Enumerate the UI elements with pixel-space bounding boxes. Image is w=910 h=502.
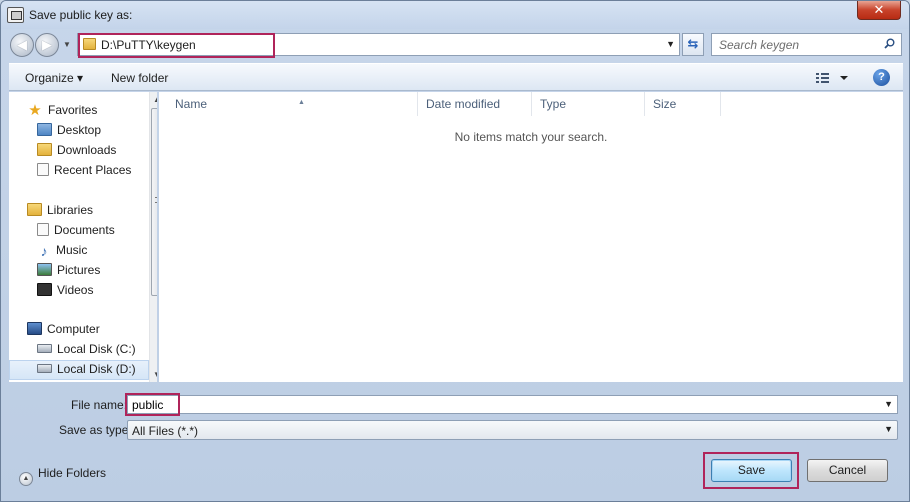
file-name-combo[interactable]: ▼ [127, 395, 898, 414]
nav-computer-label: Computer [47, 322, 100, 336]
file-list: Name ▲ Date modified Type Size No items … [159, 92, 903, 382]
nav-item-label: Recent Places [54, 163, 132, 177]
nav-scrollbar[interactable]: ▲ ▼ [149, 92, 157, 382]
search-box[interactable] [711, 33, 902, 56]
nav-item-pictures[interactable]: Pictures [37, 260, 100, 280]
column-header-name[interactable]: Name ▲ [167, 92, 418, 116]
search-input[interactable] [712, 34, 882, 55]
column-header-type[interactable]: Type [532, 92, 645, 116]
nav-computer[interactable]: Computer [27, 319, 100, 339]
search-icon[interactable] [884, 38, 895, 49]
nav-item-local-disk-d[interactable]: Local Disk (D:) [37, 359, 136, 379]
nav-item-label: Downloads [57, 143, 117, 157]
puttygen-app-icon [7, 7, 24, 23]
nav-item-label: Local Disk (D:) [57, 362, 136, 376]
save-fields: File name: ▼ Save as type: All Files (*.… [1, 385, 909, 445]
nav-libraries[interactable]: Libraries [27, 200, 93, 220]
column-header-label: Date modified [426, 97, 501, 111]
nav-item-recent-places[interactable]: Recent Places [37, 160, 131, 180]
column-header-label: Size [653, 97, 677, 111]
hard-drive-icon [37, 364, 52, 373]
downloads-folder-icon [37, 143, 52, 156]
star-icon: ★ [28, 102, 42, 119]
save-as-type-select[interactable]: All Files (*.*) ▼ [127, 420, 898, 440]
scroll-thumb[interactable] [151, 108, 157, 296]
save-button[interactable]: Save [711, 459, 792, 482]
nav-item-downloads[interactable]: Downloads [37, 140, 116, 160]
column-header-size[interactable]: Size [645, 92, 721, 116]
nav-libraries-label: Libraries [47, 203, 94, 217]
refresh-button[interactable]: ⇆ [682, 33, 704, 56]
address-highlight-box [78, 33, 275, 58]
help-button[interactable]: ? [873, 69, 890, 86]
nav-item-desktop[interactable]: Desktop [37, 120, 101, 140]
cancel-button[interactable]: Cancel [807, 459, 888, 482]
command-toolbar: Organize ▾ New folder ? [9, 63, 903, 91]
pictures-icon [37, 263, 52, 276]
nav-favorites[interactable]: ★ Favorites [27, 100, 97, 120]
save-dialog-window: Save public key as: ✕ ◀ ▶ ▼ D:\PuTTY\key… [0, 0, 910, 502]
chevron-up-icon: ▲ [19, 472, 33, 486]
sort-ascending-icon: ▲ [298, 99, 305, 106]
navigation-pane: ★ Favorites Desktop Downloads Recent Plac… [9, 92, 157, 382]
file-name-input[interactable] [128, 396, 868, 413]
empty-list-message: No items match your search. [454, 130, 608, 144]
column-header-label: Type [540, 97, 567, 111]
nav-item-documents[interactable]: Documents [37, 220, 115, 240]
close-button[interactable]: ✕ [857, 1, 901, 20]
file-name-label: File name: [71, 398, 128, 412]
documents-icon [37, 223, 49, 236]
scroll-up-icon[interactable]: ▲ [153, 95, 157, 104]
address-bar[interactable]: D:\PuTTY\keygen ▼ [77, 33, 680, 58]
file-name-highlight-box [125, 393, 180, 416]
chevron-down-icon[interactable]: ▼ [884, 399, 893, 409]
nav-item-label: Documents [54, 223, 115, 237]
nav-item-label: Music [56, 243, 88, 257]
forward-button[interactable]: ▶ [35, 33, 59, 57]
address-dropdown-icon[interactable]: ▼ [666, 39, 675, 49]
hide-folders-label: Hide Folders [38, 466, 107, 480]
change-view-icon[interactable] [814, 70, 850, 86]
hard-drive-icon [37, 344, 52, 353]
nav-favorites-label: Favorites [48, 103, 98, 117]
scroll-down-icon[interactable]: ▼ [153, 370, 157, 379]
nav-item-label: Desktop [57, 123, 102, 137]
back-button[interactable]: ◀ [10, 33, 34, 57]
window-title: Save public key as: [29, 8, 133, 22]
save-as-type-value: All Files (*.*) [132, 424, 199, 438]
recent-places-icon [37, 163, 49, 176]
nav-item-label: Videos [57, 283, 94, 297]
arrow-right-icon: ▶ [42, 37, 52, 52]
chevron-down-icon[interactable]: ▼ [884, 424, 893, 434]
recent-pages-dropdown-icon[interactable]: ▼ [63, 40, 71, 49]
title-bar: Save public key as: ✕ [1, 1, 909, 29]
arrow-left-icon: ◀ [17, 37, 27, 52]
nav-item-label: Pictures [57, 263, 101, 277]
video-film-icon [37, 283, 52, 296]
nav-item-label: Local Disk (C:) [57, 342, 136, 356]
refresh-icon: ⇆ [687, 36, 699, 51]
save-as-type-label: Save as type: [59, 423, 132, 437]
grip-icon [155, 197, 157, 203]
column-header-date-modified[interactable]: Date modified [418, 92, 532, 116]
dialog-footer: ▲ Hide Folders Save Cancel [9, 447, 903, 497]
nav-item-videos[interactable]: Videos [37, 280, 93, 300]
libraries-icon [27, 203, 42, 216]
hide-folders-button[interactable]: ▲ Hide Folders [19, 466, 107, 486]
music-note-icon: ♪ [40, 243, 48, 259]
computer-monitor-icon [27, 322, 42, 335]
nav-item-music[interactable]: ♪ Music [37, 240, 88, 260]
column-header-label: Name [175, 97, 208, 111]
desktop-icon [37, 123, 52, 136]
navigation-row: ◀ ▶ ▼ D:\PuTTY\keygen ▼ ⇆ [1, 29, 909, 61]
new-folder-button[interactable]: New folder [111, 71, 168, 85]
organize-button[interactable]: Organize ▾ [25, 71, 83, 85]
nav-item-local-disk-c[interactable]: Local Disk (C:) [37, 339, 136, 359]
